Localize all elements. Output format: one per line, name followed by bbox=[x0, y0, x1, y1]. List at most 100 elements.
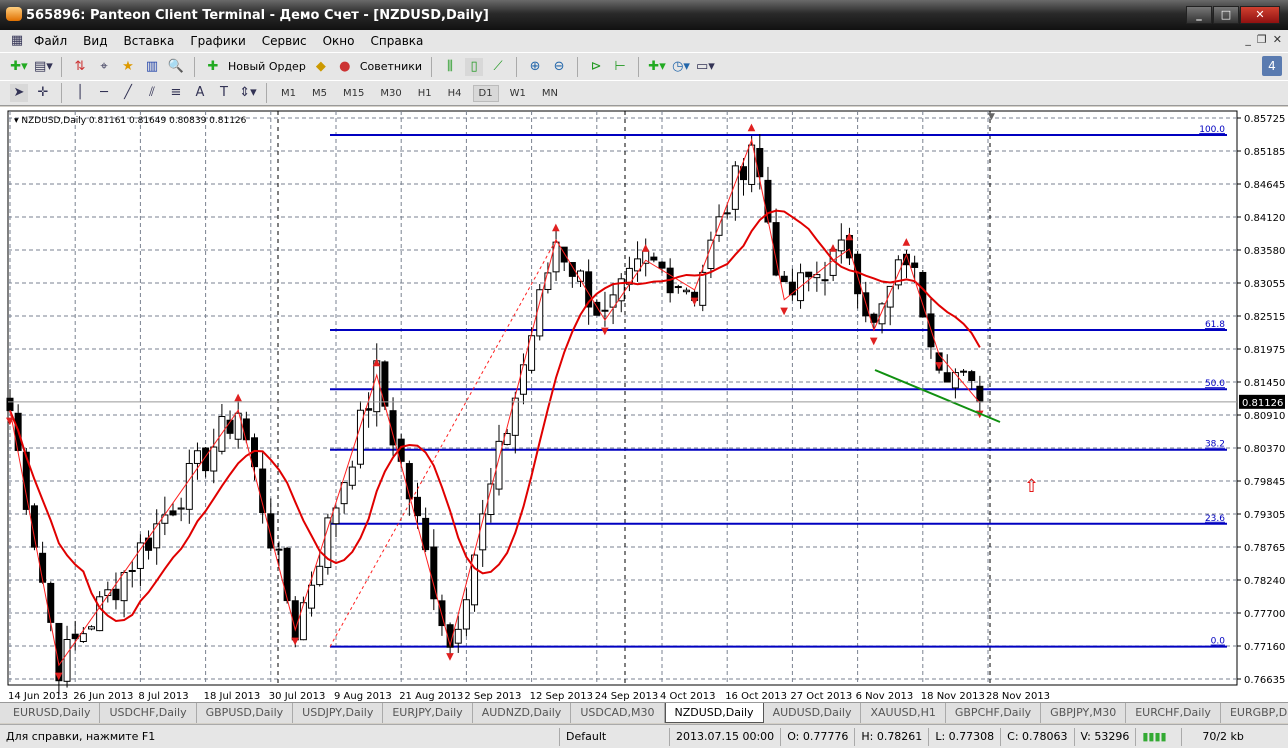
timeframe-m5[interactable]: M5 bbox=[307, 86, 332, 101]
chart-tab[interactable]: USDJPY,Daily bbox=[293, 703, 384, 723]
fibonacci-label: 100.0 bbox=[1199, 125, 1225, 135]
templates-icon[interactable]: ▭▾ bbox=[696, 58, 715, 76]
line-chart-icon[interactable]: ⟋ bbox=[489, 58, 507, 76]
close-button[interactable]: ✕ bbox=[1240, 6, 1280, 24]
new-order-icon[interactable]: ✚ bbox=[204, 58, 222, 76]
chart-tab[interactable]: EURUSD,Daily bbox=[4, 703, 101, 723]
chart-tab[interactable]: EURJPY,Daily bbox=[383, 703, 473, 723]
autoscroll-icon[interactable]: ⊳ bbox=[587, 58, 605, 76]
candle-body bbox=[650, 256, 658, 261]
terminal-icon[interactable]: ▥ bbox=[143, 58, 161, 76]
crosshair-icon[interactable]: ✛ bbox=[34, 84, 52, 102]
chart-window-icon[interactable]: ▦ bbox=[8, 32, 26, 50]
candle-body bbox=[707, 239, 715, 269]
date-label: 12 Sep 2013 bbox=[530, 691, 593, 702]
candle-body bbox=[373, 360, 381, 413]
chart-shift-icon[interactable]: ⊢ bbox=[611, 58, 629, 76]
timeframe-mn[interactable]: MN bbox=[537, 86, 563, 101]
chart-tab[interactable]: USDCHF,Daily bbox=[100, 703, 197, 723]
chart-tab[interactable]: XAUUSD,H1 bbox=[861, 703, 946, 723]
candle-body bbox=[658, 261, 666, 269]
menu-file[interactable]: Файл bbox=[26, 34, 75, 48]
price-tick-label: 0.83580 bbox=[1244, 246, 1285, 257]
menu-tools[interactable]: Сервис bbox=[254, 34, 315, 48]
vertical-line-icon[interactable]: │ bbox=[71, 84, 89, 102]
date-label: 21 Aug 2013 bbox=[399, 691, 463, 702]
price-tick-label: 0.78765 bbox=[1244, 543, 1285, 554]
periods-clock-icon[interactable]: ◷▾ bbox=[672, 58, 690, 76]
cursor-icon[interactable]: ➤ bbox=[10, 84, 28, 102]
candle-body bbox=[63, 638, 71, 682]
timeframe-m15[interactable]: M15 bbox=[338, 86, 369, 101]
candle-body bbox=[275, 548, 283, 551]
new-order-button[interactable]: Новый Ордер bbox=[228, 60, 306, 73]
candle-body bbox=[780, 275, 788, 283]
candle-body bbox=[911, 262, 919, 268]
fibonacci-icon[interactable]: ≡ bbox=[167, 84, 185, 102]
menu-help[interactable]: Справка bbox=[363, 34, 432, 48]
menu-window[interactable]: Окно bbox=[315, 34, 363, 48]
experts-button[interactable]: Советники bbox=[360, 60, 422, 73]
chart-tab[interactable]: GBPCHF,Daily bbox=[946, 703, 1042, 723]
notifications-badge[interactable]: 4 bbox=[1262, 56, 1282, 76]
strategy-tester-icon[interactable]: 🔍 bbox=[167, 58, 185, 76]
arrows-icon[interactable]: ⇕▾ bbox=[239, 84, 257, 102]
drawing-toolbar: ➤ ✛ │ ─ ╱ ⫽ ≡ A T ⇕▾ M1 M5 M15 M30 H1 H4… bbox=[0, 80, 1288, 106]
maximize-button[interactable]: □ bbox=[1213, 6, 1239, 24]
menu-charts[interactable]: Графики bbox=[182, 34, 253, 48]
mdi-minimize-button[interactable]: _ bbox=[1245, 33, 1251, 46]
fibonacci-label: 0.0 bbox=[1211, 637, 1226, 647]
date-label: 24 Sep 2013 bbox=[595, 691, 658, 702]
chart-tab[interactable]: USDCAD,M30 bbox=[571, 703, 665, 723]
candlestick-chart-icon[interactable]: ▯ bbox=[465, 57, 484, 76]
navigator-icon[interactable]: ★ bbox=[119, 58, 137, 76]
zoom-out-icon[interactable]: ⊖ bbox=[550, 58, 568, 76]
equidistant-channel-icon[interactable]: ⫽ bbox=[143, 84, 161, 102]
experts-icon[interactable]: ● bbox=[336, 58, 354, 76]
text-icon[interactable]: A bbox=[191, 84, 209, 102]
chart-tab[interactable]: GBPJPY,M30 bbox=[1041, 703, 1127, 723]
trendline-icon[interactable]: ╱ bbox=[119, 84, 137, 102]
fibonacci-label: 38.2 bbox=[1205, 440, 1225, 450]
candle-body bbox=[120, 571, 128, 602]
connection-icon: ▮▮▮▮ bbox=[1136, 727, 1183, 746]
data-window-icon[interactable]: ⌖ bbox=[95, 58, 113, 76]
fractal-arrow-icon: ▲ bbox=[903, 237, 911, 248]
warning-icon[interactable]: ◆ bbox=[312, 58, 330, 76]
profiles-icon[interactable]: ▤▾ bbox=[34, 58, 53, 76]
menu-view[interactable]: Вид bbox=[75, 34, 115, 48]
chart-tab[interactable]: EURGBP,Daily bbox=[1221, 703, 1288, 723]
bar-chart-icon[interactable]: ⫼ bbox=[441, 58, 459, 76]
menu-insert[interactable]: Вставка bbox=[115, 34, 182, 48]
price-tick-label: 0.81450 bbox=[1244, 378, 1285, 389]
timeframe-m30[interactable]: M30 bbox=[375, 86, 406, 101]
new-chart-icon[interactable]: ✚▾ bbox=[10, 58, 28, 76]
mdi-close-button[interactable]: ✕ bbox=[1273, 33, 1282, 46]
market-watch-icon[interactable]: ⇅ bbox=[71, 58, 89, 76]
zoom-in-icon[interactable]: ⊕ bbox=[526, 58, 544, 76]
horizontal-line-icon[interactable]: ─ bbox=[95, 84, 113, 102]
chart-tab[interactable]: AUDNZD,Daily bbox=[473, 703, 572, 723]
text-label-icon[interactable]: T bbox=[215, 84, 233, 102]
candle-body bbox=[299, 602, 307, 641]
price-chart[interactable]: 0.85725 0.85185 0.84645 0.84120 0.83580 0.830… bbox=[0, 107, 1288, 702]
indicators-icon[interactable]: ✚▾ bbox=[648, 58, 666, 76]
mdi-restore-button[interactable]: ❐ bbox=[1257, 33, 1267, 46]
candle-body bbox=[943, 372, 951, 383]
chart-tab[interactable]: GBPUSD,Daily bbox=[197, 703, 294, 723]
candle-body bbox=[283, 547, 291, 602]
timeframe-w1[interactable]: W1 bbox=[505, 86, 531, 101]
chart-tab[interactable]: EURCHF,Daily bbox=[1126, 703, 1221, 723]
timeframe-h1[interactable]: H1 bbox=[413, 86, 437, 101]
timeframe-d1[interactable]: D1 bbox=[472, 84, 499, 102]
timeframe-h4[interactable]: H4 bbox=[443, 86, 467, 101]
chart-tab[interactable]: NZDUSD,Daily bbox=[664, 703, 764, 723]
candle-body bbox=[805, 271, 813, 278]
candle-body bbox=[454, 628, 462, 644]
candle-body bbox=[71, 633, 79, 640]
minimize-button[interactable]: _ bbox=[1186, 6, 1212, 24]
chart-tab[interactable]: AUDUSD,Daily bbox=[764, 703, 862, 723]
status-volume: V: 53296 bbox=[1075, 727, 1137, 746]
candle-body bbox=[682, 289, 690, 293]
timeframe-m1[interactable]: M1 bbox=[276, 86, 301, 101]
